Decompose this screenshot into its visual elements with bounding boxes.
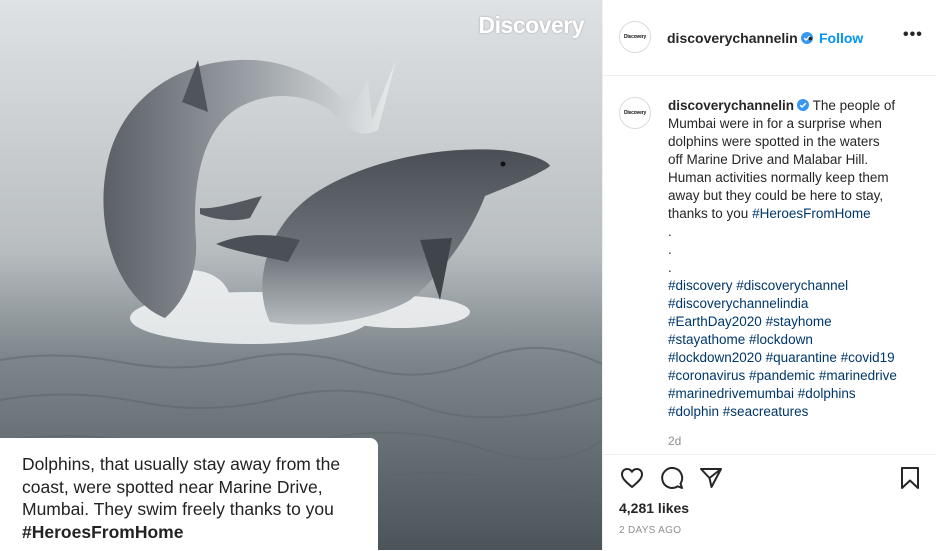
share-button[interactable] (698, 465, 724, 491)
save-button[interactable] (897, 465, 923, 491)
like-count[interactable]: 4,281 likes (619, 500, 689, 516)
post-timestamp[interactable]: 2 DAYS AGO (619, 525, 681, 536)
caption-line: thanks to you (668, 206, 753, 221)
more-options-icon[interactable]: ••• (903, 26, 923, 44)
hashtag-line[interactable]: #marinedrivemumbai #dolphins (668, 385, 923, 403)
post-caption: discoverychannelin The people of Mumbai … (668, 97, 923, 421)
caption-dot: . (668, 242, 672, 257)
photo-caption-line: Mumbai. They swim freely thanks to you (22, 499, 334, 519)
caption-dot: . (668, 260, 672, 275)
caption-line: Human activities normally keep them (668, 170, 889, 185)
photo-caption-line: Dolphins, that usually stay away from th… (22, 454, 341, 474)
caption-username[interactable]: discoverychannelin (668, 98, 794, 113)
like-button[interactable] (619, 465, 645, 491)
post-actions: 4,281 likes 2 DAYS AGO (603, 454, 936, 551)
header-separator: • (808, 30, 813, 46)
heart-icon (621, 468, 643, 488)
post-sidebar: Discovery discoverychannelin • Follow ••… (602, 0, 936, 550)
caption-line: off Marine Drive and Malabar Hill. (668, 152, 869, 167)
hashtag-line[interactable]: #EarthDay2020 #stayhome (668, 313, 923, 331)
comment-icon (661, 467, 684, 489)
post-header: Discovery discoverychannelin • Follow ••… (603, 0, 936, 76)
avatar-text: Discovery (623, 110, 647, 116)
discovery-logo: Discovery (478, 12, 585, 38)
caption-line: away but they could be here to stay, (668, 188, 884, 203)
header-username-link[interactable]: discoverychannelin (667, 30, 813, 46)
caption-line: The people of (812, 98, 896, 113)
caption-age[interactable]: 2d (668, 434, 681, 448)
verified-icon (797, 99, 810, 111)
share-icon (700, 468, 722, 488)
avatar-text: Discovery (623, 34, 647, 40)
follow-button[interactable]: Follow (819, 30, 863, 46)
caption-first-row: discoverychannelin The people of (668, 97, 923, 115)
post-caption-section: Discovery discoverychannelin The people … (603, 76, 936, 454)
photo-caption-line: coast, were spotted near Marine Drive, (22, 476, 323, 497)
caption-line: dolphins were spotted in the waters (668, 134, 880, 149)
photo-caption-card: Dolphins, that usually stay away from th… (0, 438, 378, 550)
hashtag-line[interactable]: #discoverychannelindia (668, 295, 923, 313)
hashtag-line[interactable]: #stayathome #lockdown (668, 331, 923, 349)
bookmark-icon (901, 467, 919, 489)
hashtag-line[interactable]: #dolphin #seacreatures (668, 403, 923, 421)
caption-line: Mumbai were in for a surprise when (668, 116, 882, 131)
comment-button[interactable] (659, 465, 685, 491)
hashtag-line[interactable]: #discovery #discoverychannel (668, 277, 923, 295)
avatar[interactable]: Discovery (619, 21, 651, 53)
caption-line-with-tag: thanks to you #HeroesFromHome (668, 205, 923, 223)
header-username: discoverychannelin (667, 30, 798, 46)
hashtag-line[interactable]: #coronavirus #pandemic #marinedrive (668, 367, 923, 385)
post-photo[interactable]: Discovery Dolphins, that usually stay aw… (0, 0, 602, 550)
caption-dot: . (668, 224, 672, 239)
photo-caption-hashtag: #HeroesFromHome (22, 521, 184, 542)
caption-avatar[interactable]: Discovery (619, 97, 651, 129)
hashtag-line[interactable]: #lockdown2020 #quarantine #covid19 (668, 349, 923, 367)
hashtag-link[interactable]: #HeroesFromHome (752, 206, 871, 221)
